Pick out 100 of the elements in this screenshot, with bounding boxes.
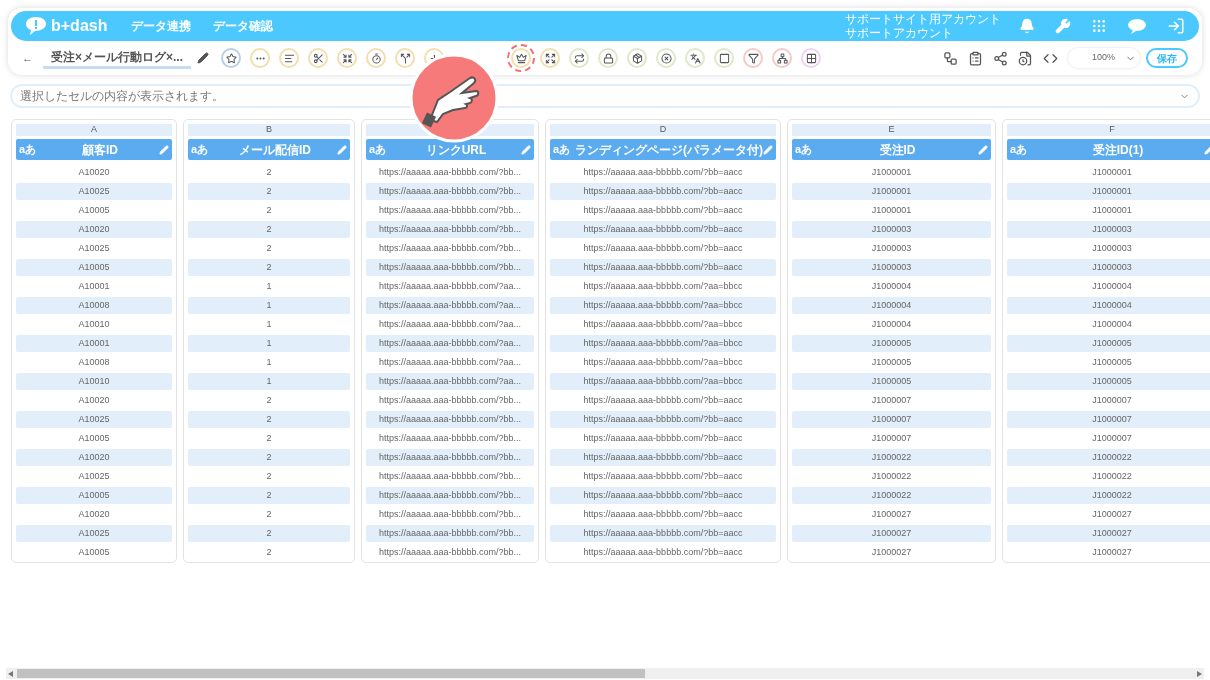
table-cell[interactable]: 2: [188, 259, 350, 276]
table-cell[interactable]: https://aaaaa.aaa-bbbbb.com/?aa=bbcc: [550, 297, 776, 314]
table-cell[interactable]: J1000001: [1007, 164, 1210, 181]
table-cell[interactable]: J1000001: [1007, 202, 1210, 219]
table-cell[interactable]: 2: [188, 449, 350, 466]
table-cell[interactable]: J1000007: [1007, 430, 1210, 447]
table-cell[interactable]: https://aaaaa.aaa-bbbbb.com/?bb=aacc: [550, 221, 776, 238]
timer-tool-button[interactable]: [366, 48, 387, 68]
table-cell[interactable]: A10008: [16, 297, 172, 314]
table-cell[interactable]: 2: [188, 202, 350, 219]
table-cell[interactable]: A10001: [16, 278, 172, 295]
table-cell[interactable]: J1000007: [1007, 411, 1210, 428]
table-cell[interactable]: J1000027: [792, 544, 991, 561]
table-cell[interactable]: J1000003: [792, 259, 991, 276]
table-cell[interactable]: J1000003: [792, 240, 991, 257]
table-cell[interactable]: J1000004: [792, 278, 991, 295]
table-cell[interactable]: J1000022: [792, 449, 991, 466]
table-cell[interactable]: J1000005: [792, 373, 991, 390]
table-cell[interactable]: J1000007: [792, 392, 991, 409]
lines-tool-button[interactable]: [279, 48, 300, 68]
table-cell[interactable]: A10020: [16, 392, 172, 409]
table-cell[interactable]: A10020: [16, 449, 172, 466]
table-cell[interactable]: J1000001: [792, 164, 991, 181]
table-cell[interactable]: https://aaaaa.aaa-bbbbb.com/?bb...: [366, 202, 534, 219]
table-cell[interactable]: https://aaaaa.aaa-bbbbb.com/?bb=aacc: [550, 259, 776, 276]
table-cell[interactable]: https://aaaaa.aaa-bbbbb.com/?bb=aacc: [550, 183, 776, 200]
table-cell[interactable]: A10020: [16, 164, 172, 181]
table-cell[interactable]: J1000027: [792, 525, 991, 542]
table-cell[interactable]: A10001: [16, 335, 172, 352]
table-cell[interactable]: https://aaaaa.aaa-bbbbb.com/?bb=aacc: [550, 449, 776, 466]
table-cell[interactable]: https://aaaaa.aaa-bbbbb.com/?aa...: [366, 316, 534, 333]
table-cell[interactable]: J1000005: [792, 335, 991, 352]
flow-icon[interactable]: [943, 50, 958, 66]
column-letter[interactable]: B: [188, 124, 350, 136]
table-cell[interactable]: https://aaaaa.aaa-bbbbb.com/?bb...: [366, 183, 534, 200]
filter-tool-button[interactable]: [743, 48, 764, 68]
table-cell[interactable]: 2: [188, 487, 350, 504]
back-button[interactable]: ←: [22, 49, 33, 67]
table-cell[interactable]: A10005: [16, 487, 172, 504]
table-cell[interactable]: J1000027: [1007, 525, 1210, 542]
merge-tool-button[interactable]: [337, 48, 358, 68]
table-cell[interactable]: J1000003: [1007, 240, 1210, 257]
table-cell[interactable]: J1000007: [792, 430, 991, 447]
table-cell[interactable]: https://aaaaa.aaa-bbbbb.com/?bb...: [366, 544, 534, 561]
table-cell[interactable]: J1000007: [1007, 392, 1210, 409]
table-cell[interactable]: https://aaaaa.aaa-bbbbb.com/?aa=bbcc: [550, 278, 776, 295]
table-cell[interactable]: J1000001: [792, 202, 991, 219]
table-cell[interactable]: A10005: [16, 259, 172, 276]
table-cell[interactable]: J1000004: [1007, 316, 1210, 333]
table-cell[interactable]: 1: [188, 297, 350, 314]
history-icon[interactable]: [1018, 50, 1033, 66]
grid-tool-button[interactable]: [801, 48, 822, 68]
table-cell[interactable]: 2: [188, 506, 350, 523]
table-cell[interactable]: https://aaaaa.aaa-bbbbb.com/?bb=aacc: [550, 392, 776, 409]
table-cell[interactable]: A10020: [16, 506, 172, 523]
split-tool-button[interactable]: [395, 48, 416, 68]
formula-bar[interactable]: 選択したセルの内容が表示されます。: [10, 84, 1200, 108]
table-cell[interactable]: A10020: [16, 221, 172, 238]
repeat-tool-button[interactable]: [569, 48, 590, 68]
table-cell[interactable]: A10005: [16, 430, 172, 447]
table-cell[interactable]: J1000001: [792, 183, 991, 200]
table-cell[interactable]: https://aaaaa.aaa-bbbbb.com/?aa...: [366, 278, 534, 295]
table-cell[interactable]: A10025: [16, 411, 172, 428]
table-cell[interactable]: https://aaaaa.aaa-bbbbb.com/?bb=aacc: [550, 525, 776, 542]
table-cell[interactable]: https://aaaaa.aaa-bbbbb.com/?bb...: [366, 430, 534, 447]
table-cell[interactable]: A10010: [16, 316, 172, 333]
table-cell[interactable]: https://aaaaa.aaa-bbbbb.com/?bb...: [366, 259, 534, 276]
table-cell[interactable]: 2: [188, 240, 350, 257]
table-cell[interactable]: 1: [188, 316, 350, 333]
table-cell[interactable]: https://aaaaa.aaa-bbbbb.com/?bb...: [366, 221, 534, 238]
table-cell[interactable]: J1000005: [1007, 335, 1210, 352]
table-cell[interactable]: A10025: [16, 183, 172, 200]
table-cell[interactable]: 2: [188, 183, 350, 200]
lock-tool-button[interactable]: [598, 48, 619, 68]
zero-tool-button[interactable]: [714, 48, 735, 68]
table-cell[interactable]: J1000001: [1007, 183, 1210, 200]
scroll-right-icon[interactable]: [1197, 670, 1202, 677]
scissors-tool-button[interactable]: [308, 48, 329, 68]
table-cell[interactable]: https://aaaaa.aaa-bbbbb.com/?aa...: [366, 373, 534, 390]
table-cell[interactable]: 1: [188, 278, 350, 295]
column-letter[interactable]: D: [550, 124, 776, 136]
table-cell[interactable]: A10025: [16, 468, 172, 485]
table-cell[interactable]: https://aaaaa.aaa-bbbbb.com/?aa...: [366, 335, 534, 352]
table-cell[interactable]: 2: [188, 164, 350, 181]
table-cell[interactable]: https://aaaaa.aaa-bbbbb.com/?bb=aacc: [550, 430, 776, 447]
table-cell[interactable]: https://aaaaa.aaa-bbbbb.com/?aa=bbcc: [550, 335, 776, 352]
table-cell[interactable]: A10008: [16, 354, 172, 371]
table-cell[interactable]: J1000005: [792, 354, 991, 371]
table-cell[interactable]: 2: [188, 411, 350, 428]
box-tool-button[interactable]: [627, 48, 648, 68]
table-cell[interactable]: 2: [188, 544, 350, 561]
table-cell[interactable]: https://aaaaa.aaa-bbbbb.com/?bb...: [366, 392, 534, 409]
cancel-tool-button[interactable]: [656, 48, 677, 68]
share-icon[interactable]: [993, 50, 1008, 66]
table-cell[interactable]: A10025: [16, 525, 172, 542]
table-cell[interactable]: A10005: [16, 202, 172, 219]
table-cell[interactable]: 2: [188, 468, 350, 485]
table-cell[interactable]: J1000022: [1007, 449, 1210, 466]
table-cell[interactable]: 2: [188, 221, 350, 238]
table-cell[interactable]: https://aaaaa.aaa-bbbbb.com/?bb...: [366, 468, 534, 485]
